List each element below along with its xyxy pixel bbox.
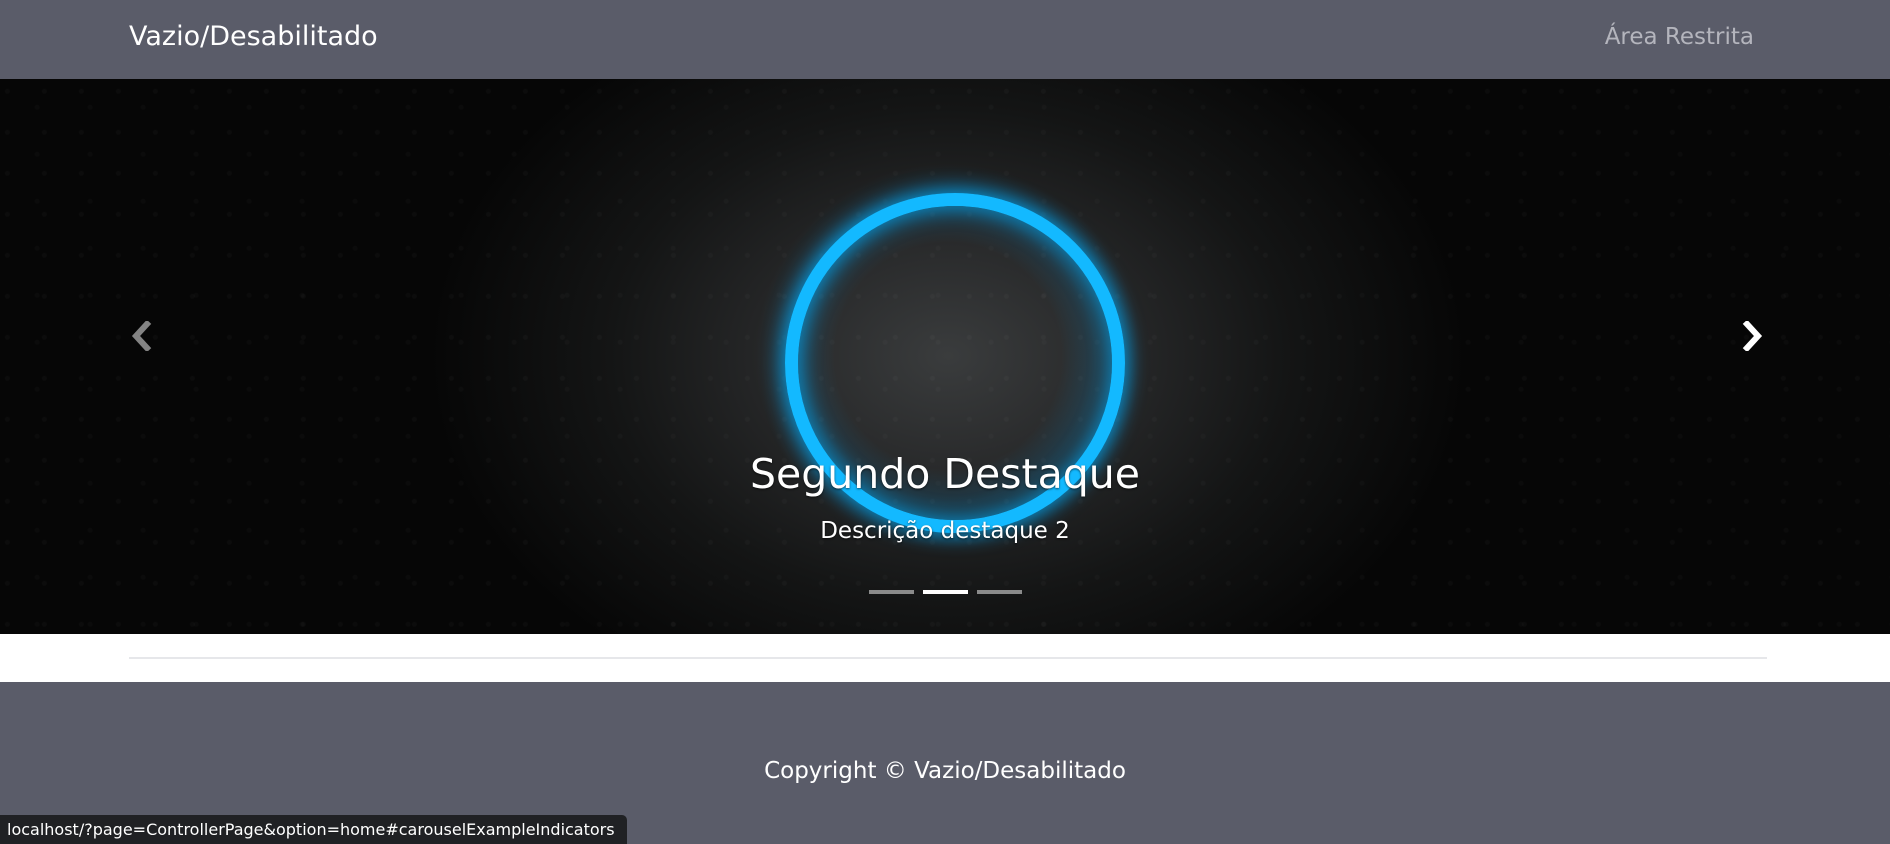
- carousel-indicators: [0, 590, 1890, 594]
- slide-caption-title: Segundo Destaque: [750, 450, 1140, 498]
- carousel-indicator-1[interactable]: [868, 590, 914, 594]
- carousel-prev-button[interactable]: [122, 316, 162, 356]
- top-navbar: Vazio/Desabilitado Área Restrita: [0, 0, 1890, 79]
- hero-carousel: Segundo Destaque Descrição destaque 2: [0, 79, 1890, 634]
- carousel-indicator-2[interactable]: [922, 590, 968, 594]
- browser-status-url: localhost/?page=ControllerPage&option=ho…: [0, 815, 627, 844]
- brand-link[interactable]: Vazio/Desabilitado: [129, 20, 378, 54]
- carousel-indicator-3[interactable]: [976, 590, 1022, 594]
- copyright-text: Copyright © Vazio/Desabilitado: [764, 758, 1126, 784]
- chevron-right-icon: [1742, 321, 1763, 351]
- content-divider: [129, 657, 1767, 659]
- chevron-left-icon: [131, 321, 152, 351]
- restricted-area-link[interactable]: Área Restrita: [1605, 22, 1754, 52]
- slide-caption-description: Descrição destaque 2: [820, 518, 1070, 544]
- carousel-next-button[interactable]: [1732, 316, 1772, 356]
